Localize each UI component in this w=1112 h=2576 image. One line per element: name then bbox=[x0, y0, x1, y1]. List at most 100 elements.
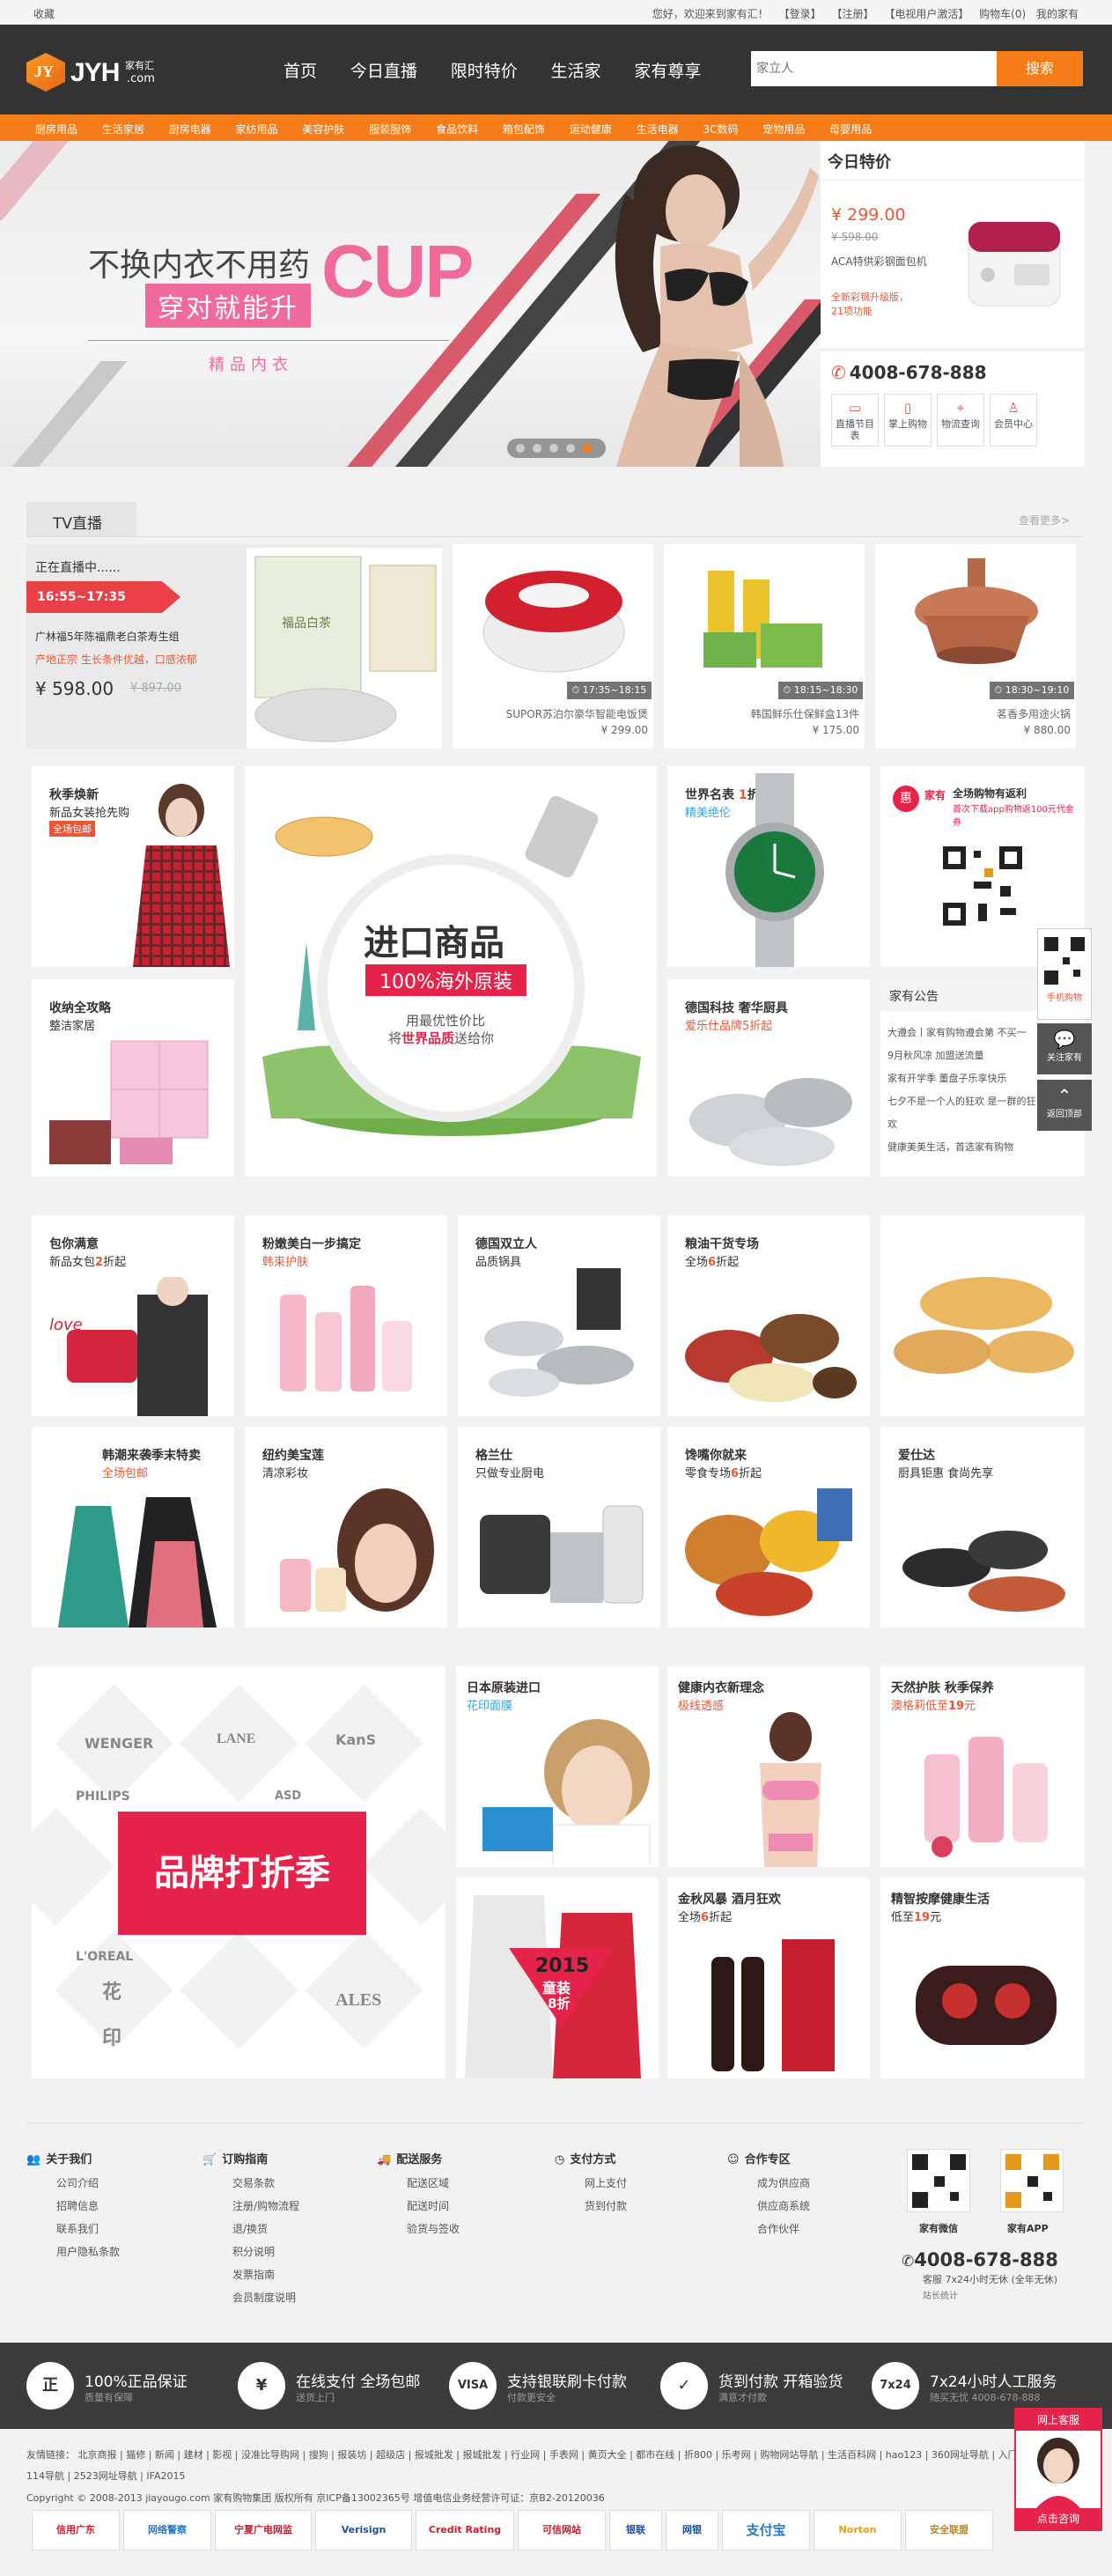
banner-dot[interactable] bbox=[533, 444, 541, 453]
banner-dot[interactable] bbox=[549, 444, 558, 453]
footer-link[interactable]: 验货与签收 bbox=[377, 2218, 460, 2240]
footer-link[interactable]: 注册/购物流程 bbox=[203, 2195, 299, 2218]
service-mobile-shop[interactable]: ▯ 掌上购物 bbox=[884, 394, 932, 447]
notice-item[interactable]: 健康美美生活，首选家有购物 bbox=[887, 1136, 1081, 1159]
online-service-widget[interactable]: 网上客服 点击咨询 bbox=[1014, 2408, 1102, 2531]
promo-galanz-tile[interactable]: 格兰仕 只做专业厨电 bbox=[458, 1427, 660, 1628]
footer-link[interactable]: 招聘信息 bbox=[26, 2195, 120, 2218]
promo-kids-tile[interactable]: 2015 童装 8折 bbox=[456, 1878, 659, 2078]
promo-asd-tile[interactable]: 爱仕达 厨具钜惠 食尚先享 bbox=[880, 1427, 1085, 1628]
search-button[interactable]: 搜索 bbox=[997, 51, 1083, 86]
trust-badge[interactable]: 银联 bbox=[609, 2510, 662, 2550]
nav-life[interactable]: 生活家 bbox=[551, 62, 601, 81]
category-item[interactable]: 宠物用品 bbox=[762, 123, 805, 136]
trust-badge[interactable]: 宁夏广电网监 bbox=[215, 2510, 312, 2550]
promo-massage-tile[interactable]: 精智按摩健康生活 低至19元 bbox=[880, 1878, 1085, 2078]
nav-home[interactable]: 首页 bbox=[284, 62, 317, 81]
qr-code-image[interactable] bbox=[939, 842, 1027, 930]
category-item[interactable]: 服装服饰 bbox=[369, 123, 411, 136]
special-product-name[interactable]: ACA特供彩钢面包机 bbox=[831, 254, 927, 269]
favorite-link[interactable]: 收藏 bbox=[33, 6, 55, 21]
tv-program-card[interactable]: ⏱ 17:35~18:15 SUPOR苏泊尔豪华智能电饭煲 ¥ 299.00 bbox=[453, 544, 653, 749]
promo-skincare-tile[interactable]: 粉嫩美白一步搞定 韩束护肤 bbox=[245, 1215, 447, 1416]
banner-dot-active[interactable] bbox=[583, 444, 592, 453]
footer-link[interactable]: 成为供应商 bbox=[727, 2172, 810, 2195]
footer-link[interactable]: 发票指南 bbox=[203, 2263, 299, 2286]
trust-badge[interactable]: 信用广东 bbox=[32, 2510, 120, 2550]
category-item[interactable]: 家纺用品 bbox=[236, 123, 278, 136]
promo-lingerie-tile[interactable]: 健康内衣新理念 极线透感 bbox=[667, 1666, 870, 1867]
category-item[interactable]: 箱包配饰 bbox=[503, 123, 545, 136]
footer-link[interactable]: 会员制度说明 bbox=[203, 2286, 299, 2309]
trust-badge[interactable]: Norton bbox=[814, 2510, 902, 2550]
promo-visions-tile[interactable] bbox=[880, 1215, 1085, 1416]
category-item[interactable]: 母婴用品 bbox=[829, 123, 872, 136]
category-item[interactable]: 厨房电器 bbox=[169, 123, 211, 136]
category-item[interactable]: 运动健康 bbox=[570, 123, 612, 136]
footer-link[interactable]: 网上支付 bbox=[555, 2172, 627, 2195]
tv-more-link[interactable]: 查看更多> bbox=[1019, 513, 1070, 528]
trust-badge[interactable]: 安全联盟 bbox=[905, 2510, 993, 2550]
promo-storage-tile[interactable]: 收纳全攻略 整洁家居 bbox=[32, 979, 234, 1177]
promo-maybelline-tile[interactable]: 纽约美宝莲 清凉彩妆 bbox=[245, 1427, 447, 1628]
trust-badge[interactable]: Credit Rating bbox=[416, 2510, 514, 2550]
service-member[interactable]: ♙ 会员中心 bbox=[990, 394, 1037, 447]
service-tv-schedule[interactable]: ▭ 直播节目表 bbox=[831, 394, 879, 447]
nav-vip[interactable]: 家有尊享 bbox=[634, 62, 701, 81]
promo-mask-tile[interactable]: 日本原装进口 花印面膜 bbox=[456, 1666, 659, 1867]
promo-grain-tile[interactable]: 粮油干货专场 全场6折起 bbox=[667, 1215, 870, 1416]
import-goods-banner[interactable]: 进口商品 100%海外原装 用最优性价比 将世界品质送给你 bbox=[245, 766, 657, 1177]
category-item[interactable]: 食品饮料 bbox=[436, 123, 478, 136]
promo-zwilling-tile[interactable]: 德国双立人 品质锅具 bbox=[458, 1215, 660, 1416]
footer-link[interactable]: 用户隐私条款 bbox=[26, 2240, 120, 2263]
footer-stats[interactable]: 站长统计 bbox=[923, 2288, 958, 2301]
promo-cookware-tile[interactable]: 德国科技 奢华厨具 爱乐仕品牌5折起 bbox=[667, 979, 870, 1177]
tv-program-card[interactable]: ⏱ 18:15~18:30 韩国鲜乐仕保鲜盒13件 ¥ 175.00 bbox=[664, 544, 865, 749]
promo-wine-tile[interactable]: 金秋风暴 酒月狂欢 全场6折起 bbox=[667, 1878, 870, 2078]
trust-badge[interactable]: Verisign bbox=[315, 2510, 412, 2550]
tv-live-tab[interactable]: TV直播 bbox=[26, 502, 136, 537]
wechat-qr-code[interactable] bbox=[907, 2149, 970, 2212]
category-item[interactable]: 生活电器 bbox=[637, 123, 679, 136]
banner-dot[interactable] bbox=[566, 444, 575, 453]
footer-link[interactable]: 交易条款 bbox=[203, 2172, 299, 2195]
app-qr-code[interactable] bbox=[1000, 2149, 1064, 2212]
footer-link[interactable]: 公司介绍 bbox=[26, 2172, 120, 2195]
trust-badge[interactable]: 网银 bbox=[666, 2510, 718, 2550]
category-item[interactable]: 厨房用品 bbox=[35, 123, 77, 136]
site-logo[interactable]: JY JYH 家有汇 .com bbox=[26, 44, 167, 95]
login-link[interactable]: 【登录】 bbox=[779, 8, 821, 20]
promo-natural-skincare-tile[interactable]: 天然护肤 秋季保养 澳格莉低至19元 bbox=[880, 1666, 1085, 1867]
bread-maker-image[interactable] bbox=[961, 204, 1067, 314]
live-product-name[interactable]: 广林福5年陈福鼎老白茶寿生组 bbox=[35, 629, 264, 644]
nav-today-live[interactable]: 今日直播 bbox=[350, 62, 417, 81]
my-account-link[interactable]: 我的家有 bbox=[1036, 8, 1079, 20]
category-item[interactable]: 3C数码 bbox=[703, 123, 738, 136]
promo-fashion-tile[interactable]: 韩潮来袭季末特卖 全场包邮 bbox=[32, 1427, 234, 1628]
hero-banner[interactable]: 不换内衣不用药 CUP 穿对就能升 精品内衣 bbox=[0, 141, 821, 467]
footer-link[interactable]: 供应商系统 bbox=[727, 2195, 810, 2218]
trust-badge[interactable]: 可信网站 bbox=[518, 2510, 606, 2550]
footer-link[interactable]: 联系我们 bbox=[26, 2218, 120, 2240]
category-item[interactable]: 美容护肤 bbox=[302, 123, 344, 136]
tv-user-activate-link[interactable]: 【电视用户激活】 bbox=[884, 8, 968, 20]
footer-link[interactable]: 合作伙伴 bbox=[727, 2218, 810, 2240]
side-follow[interactable]: 💬 关注家有 bbox=[1037, 1023, 1092, 1074]
nav-limited-sale[interactable]: 限时特价 bbox=[451, 62, 518, 81]
side-mobile-qr[interactable]: 手机购物 bbox=[1037, 928, 1092, 1020]
trust-badge[interactable]: 支付宝 bbox=[722, 2510, 810, 2550]
footer-link[interactable]: 积分说明 bbox=[203, 2240, 299, 2263]
service-logistics[interactable]: ⌖ 物流查询 bbox=[937, 394, 984, 447]
friend-links[interactable]: 友情链接： 北京商报 | 猫修 | 新闻 | 建材 | 影视 | 没准比导购网 … bbox=[26, 2445, 1039, 2487]
banner-dot[interactable] bbox=[516, 444, 525, 453]
tv-program-card[interactable]: ⏱ 18:30~19:10 茗香多用途火锅 ¥ 880.00 bbox=[875, 544, 1076, 749]
footer-link[interactable]: 退/换货 bbox=[203, 2218, 299, 2240]
promo-bags-tile[interactable]: 包你满意 新品女包2折起 love bbox=[32, 1215, 234, 1416]
live-now-card[interactable]: 正在直播中...... 16:55~17:35 广林福5年陈福鼎老白茶寿生组 产… bbox=[26, 544, 442, 749]
promo-watch-tile[interactable]: 世界名表 1折起 精美绝伦 bbox=[667, 766, 870, 967]
footer-link[interactable]: 货到付款 bbox=[555, 2195, 627, 2218]
cart-link[interactable]: 购物车(0) bbox=[979, 8, 1026, 20]
promo-autumn-tile[interactable]: 秋季焕新 新品女装抢先购 全场包邮 bbox=[32, 766, 234, 967]
search-input[interactable] bbox=[751, 51, 989, 86]
trust-badge[interactable]: 网络警察 bbox=[123, 2510, 211, 2550]
